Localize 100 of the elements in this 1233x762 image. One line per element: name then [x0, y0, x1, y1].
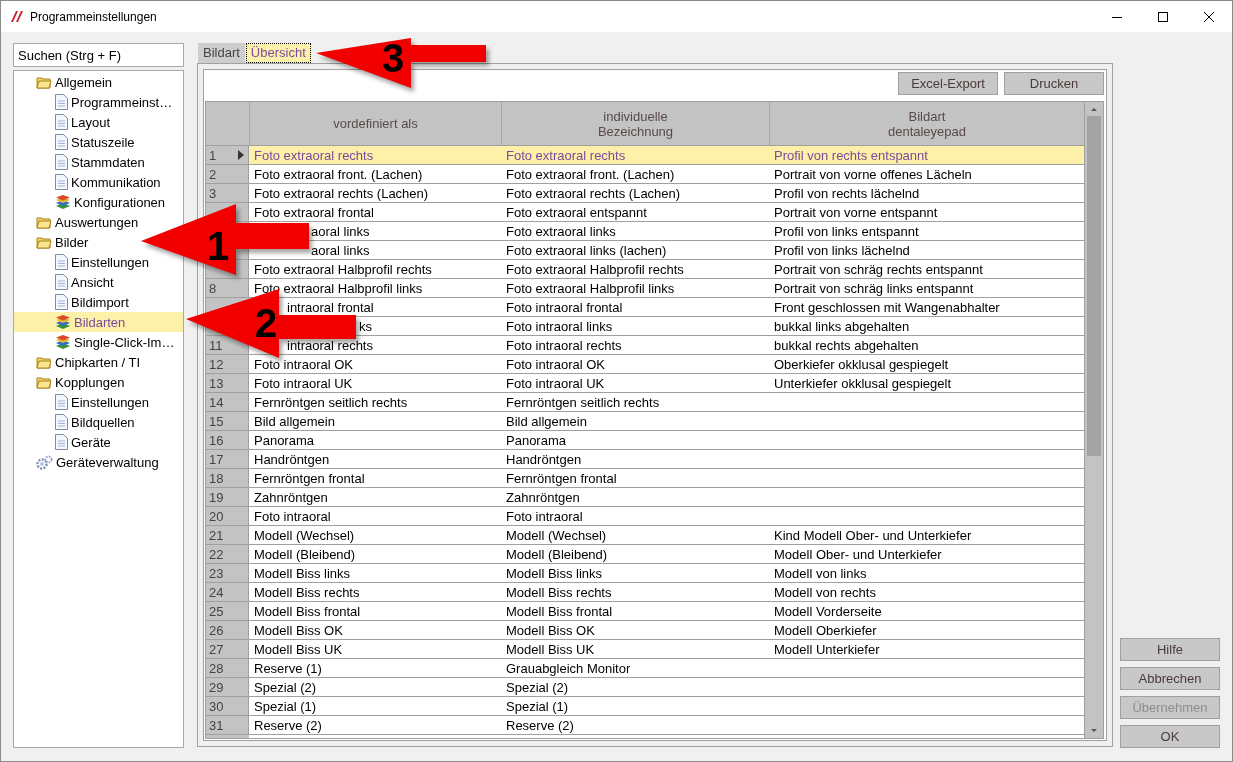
column-header[interactable]: individuelle Bezeichnung: [501, 102, 769, 145]
table-cell[interactable]: Profil von rechts entspannt: [774, 147, 928, 163]
table-cell[interactable]: Foto intraoral: [254, 508, 331, 524]
tree-item[interactable]: Einstellungen: [14, 252, 150, 272]
tree-item[interactable]: Statuszeile: [14, 132, 135, 152]
tree-item[interactable]: Ansicht: [14, 272, 114, 292]
table-cell[interactable]: Modell Biss frontal: [254, 603, 361, 619]
table-cell[interactable]: Modell (Wechsel): [506, 527, 607, 543]
table-cell[interactable]: Panorama: [506, 432, 566, 448]
table-cell[interactable]: Front geschlossen mit Wangenabhalter: [774, 299, 1000, 315]
table-cell[interactable]: Foto extraoral rechts (Lachen): [254, 185, 429, 201]
search-field[interactable]: Suchen (Strg + F): [13, 43, 184, 67]
table-cell[interactable]: Foto extraoral links (lachen): [506, 242, 667, 258]
table-cell[interactable]: Fernröntgen frontal: [506, 470, 617, 486]
tree-item[interactable]: Bilder: [14, 232, 89, 252]
table-cell[interactable]: bukkal rechts abgehalten: [774, 337, 919, 353]
tree-item[interactable]: Chipkarten / TI: [14, 352, 141, 372]
table-cell[interactable]: Foto extraoral frontal: [254, 204, 374, 220]
table-cell[interactable]: Grauabgleich Monitor: [506, 660, 631, 676]
tree-item[interactable]: Programmeinst…: [14, 92, 173, 112]
table-cell[interactable]: Modell Unterkiefer: [774, 641, 880, 657]
table-cell[interactable]: Spezial (2): [254, 679, 317, 695]
table-cell[interactable]: Portrait von vorne entspannt: [774, 204, 938, 220]
table-cell[interactable]: Profil von links entspannt: [774, 223, 919, 239]
table-cell[interactable]: Foto intraoral UK: [254, 375, 353, 391]
table-cell[interactable]: Portrait von schräg rechts entspannt: [774, 261, 983, 277]
table-cell[interactable]: Foto intraoral rechts: [506, 337, 622, 353]
tree-item[interactable]: Einstellungen: [14, 392, 150, 412]
tree-item[interactable]: Geräteverwaltung: [14, 452, 159, 472]
table-cell[interactable]: Foto extraoral rechts: [254, 147, 374, 163]
table-cell[interactable]: Modell Biss UK: [506, 641, 595, 657]
table-cell[interactable]: Foto extraoral Halbprofil rechts: [506, 261, 684, 277]
table-cell[interactable]: Modell Biss links: [254, 565, 351, 581]
table-cell[interactable]: Spezial (1): [254, 698, 317, 714]
tree-item[interactable]: Bildarten: [14, 312, 183, 332]
table-cell[interactable]: Reserve (2): [506, 717, 574, 733]
table-cell[interactable]: Portrait von schräg links entspannt: [774, 280, 974, 296]
table-cell[interactable]: Unterkiefer okklusal gespiegelt: [774, 375, 952, 391]
tree-item[interactable]: Geräte: [14, 432, 111, 452]
tree-item[interactable]: Konfigurationen: [14, 192, 166, 212]
table-cell[interactable]: Foto intraoral links: [506, 318, 613, 334]
table-cell[interactable]: Modell Oberkiefer: [774, 622, 877, 638]
table-cell[interactable]: Fernröntgen seitlich rechts: [506, 394, 660, 410]
tree-item[interactable]: Auswertungen: [14, 212, 139, 232]
table-cell[interactable]: Zahnröntgen: [254, 489, 328, 505]
table-cell[interactable]: intraoral rechts: [287, 337, 373, 353]
table-cell[interactable]: Foto extraoral Halbprofil rechts: [254, 261, 432, 277]
table-cell[interactable]: aoral links: [311, 242, 370, 258]
table-cell[interactable]: ks: [359, 318, 372, 334]
table-cell[interactable]: Modell von links: [774, 565, 867, 581]
table-cell[interactable]: Foto intraoral frontal: [506, 299, 623, 315]
table-cell[interactable]: Modell (Bleibend): [254, 546, 356, 562]
table-cell[interactable]: Foto extraoral rechts: [506, 147, 626, 163]
table-cell[interactable]: Foto extraoral front. (Lachen): [506, 166, 675, 182]
tree-item[interactable]: Single-Click-Im…: [14, 332, 175, 352]
tree-item[interactable]: Stammdaten: [14, 152, 145, 172]
table-cell[interactable]: Modell Biss OK: [254, 622, 343, 638]
table-cell[interactable]: Modell Biss rechts: [254, 584, 360, 600]
tree-item[interactable]: Bildimport: [14, 292, 129, 312]
table-cell[interactable]: Modell (Bleibend): [506, 546, 608, 562]
dialog-button[interactable]: Abbrechen: [1120, 667, 1220, 690]
table-cell[interactable]: Reserve (1): [254, 660, 322, 676]
table-cell[interactable]: Foto intraoral OK: [506, 356, 605, 372]
table-cell[interactable]: Fernröntgen frontal: [254, 470, 365, 486]
dialog-button[interactable]: OK: [1120, 725, 1220, 748]
tree-item[interactable]: Layout: [14, 112, 111, 132]
table-cell[interactable]: Foto intraoral OK: [254, 356, 353, 372]
scroll-thumb[interactable]: [1087, 116, 1101, 456]
table-cell[interactable]: Handröntgen: [254, 451, 330, 467]
table-cell[interactable]: Modell Biss links: [506, 565, 603, 581]
table-cell[interactable]: Modell (Wechsel): [254, 527, 355, 543]
scrollbar[interactable]: [1084, 102, 1103, 738]
table-cell[interactable]: Handröntgen: [506, 451, 582, 467]
table-cell[interactable]: Foto extraoral Halbprofil links: [506, 280, 675, 296]
table-cell[interactable]: Profil von links lächelnd: [774, 242, 910, 258]
tree-item[interactable]: Allgemein: [14, 72, 113, 92]
table-cell[interactable]: Foto intraoral: [506, 508, 583, 524]
table-cell[interactable]: Modell von rechts: [774, 584, 876, 600]
table-cell[interactable]: aoral links: [311, 223, 370, 239]
table-cell[interactable]: Zahnröntgen: [506, 489, 580, 505]
table-cell[interactable]: Bild allgemein: [254, 413, 335, 429]
table-cell[interactable]: Bild allgemein: [506, 413, 587, 429]
table-cell[interactable]: Modell Biss UK: [254, 641, 343, 657]
close-icon[interactable]: [1204, 11, 1214, 22]
toolbar-button[interactable]: Drucken: [1004, 72, 1104, 95]
table-cell[interactable]: Reserve (2): [254, 717, 322, 733]
table-cell[interactable]: bukkal links abgehalten: [774, 318, 910, 334]
table-cell[interactable]: Spezial (1): [506, 698, 569, 714]
table-cell[interactable]: Foto extraoral links: [506, 223, 616, 239]
tab[interactable]: Bildart: [198, 43, 245, 63]
table-cell[interactable]: Oberkiefer okklusal gespiegelt: [774, 356, 949, 372]
toolbar-button[interactable]: Excel-Export: [898, 72, 998, 95]
table-cell[interactable]: Spezial (2): [506, 679, 569, 695]
table-cell[interactable]: Modell Ober- und Unterkiefer: [774, 546, 942, 562]
table-cell[interactable]: Foto extraoral rechts (Lachen): [506, 185, 681, 201]
tab[interactable]: Übersicht: [245, 43, 311, 63]
table-cell[interactable]: Kind Modell Ober- und Unterkiefer: [774, 527, 972, 543]
table-cell[interactable]: Foto extraoral entspannt: [506, 204, 647, 220]
table-cell[interactable]: Modell Biss rechts: [506, 584, 612, 600]
table-cell[interactable]: Foto extraoral front. (Lachen): [254, 166, 423, 182]
